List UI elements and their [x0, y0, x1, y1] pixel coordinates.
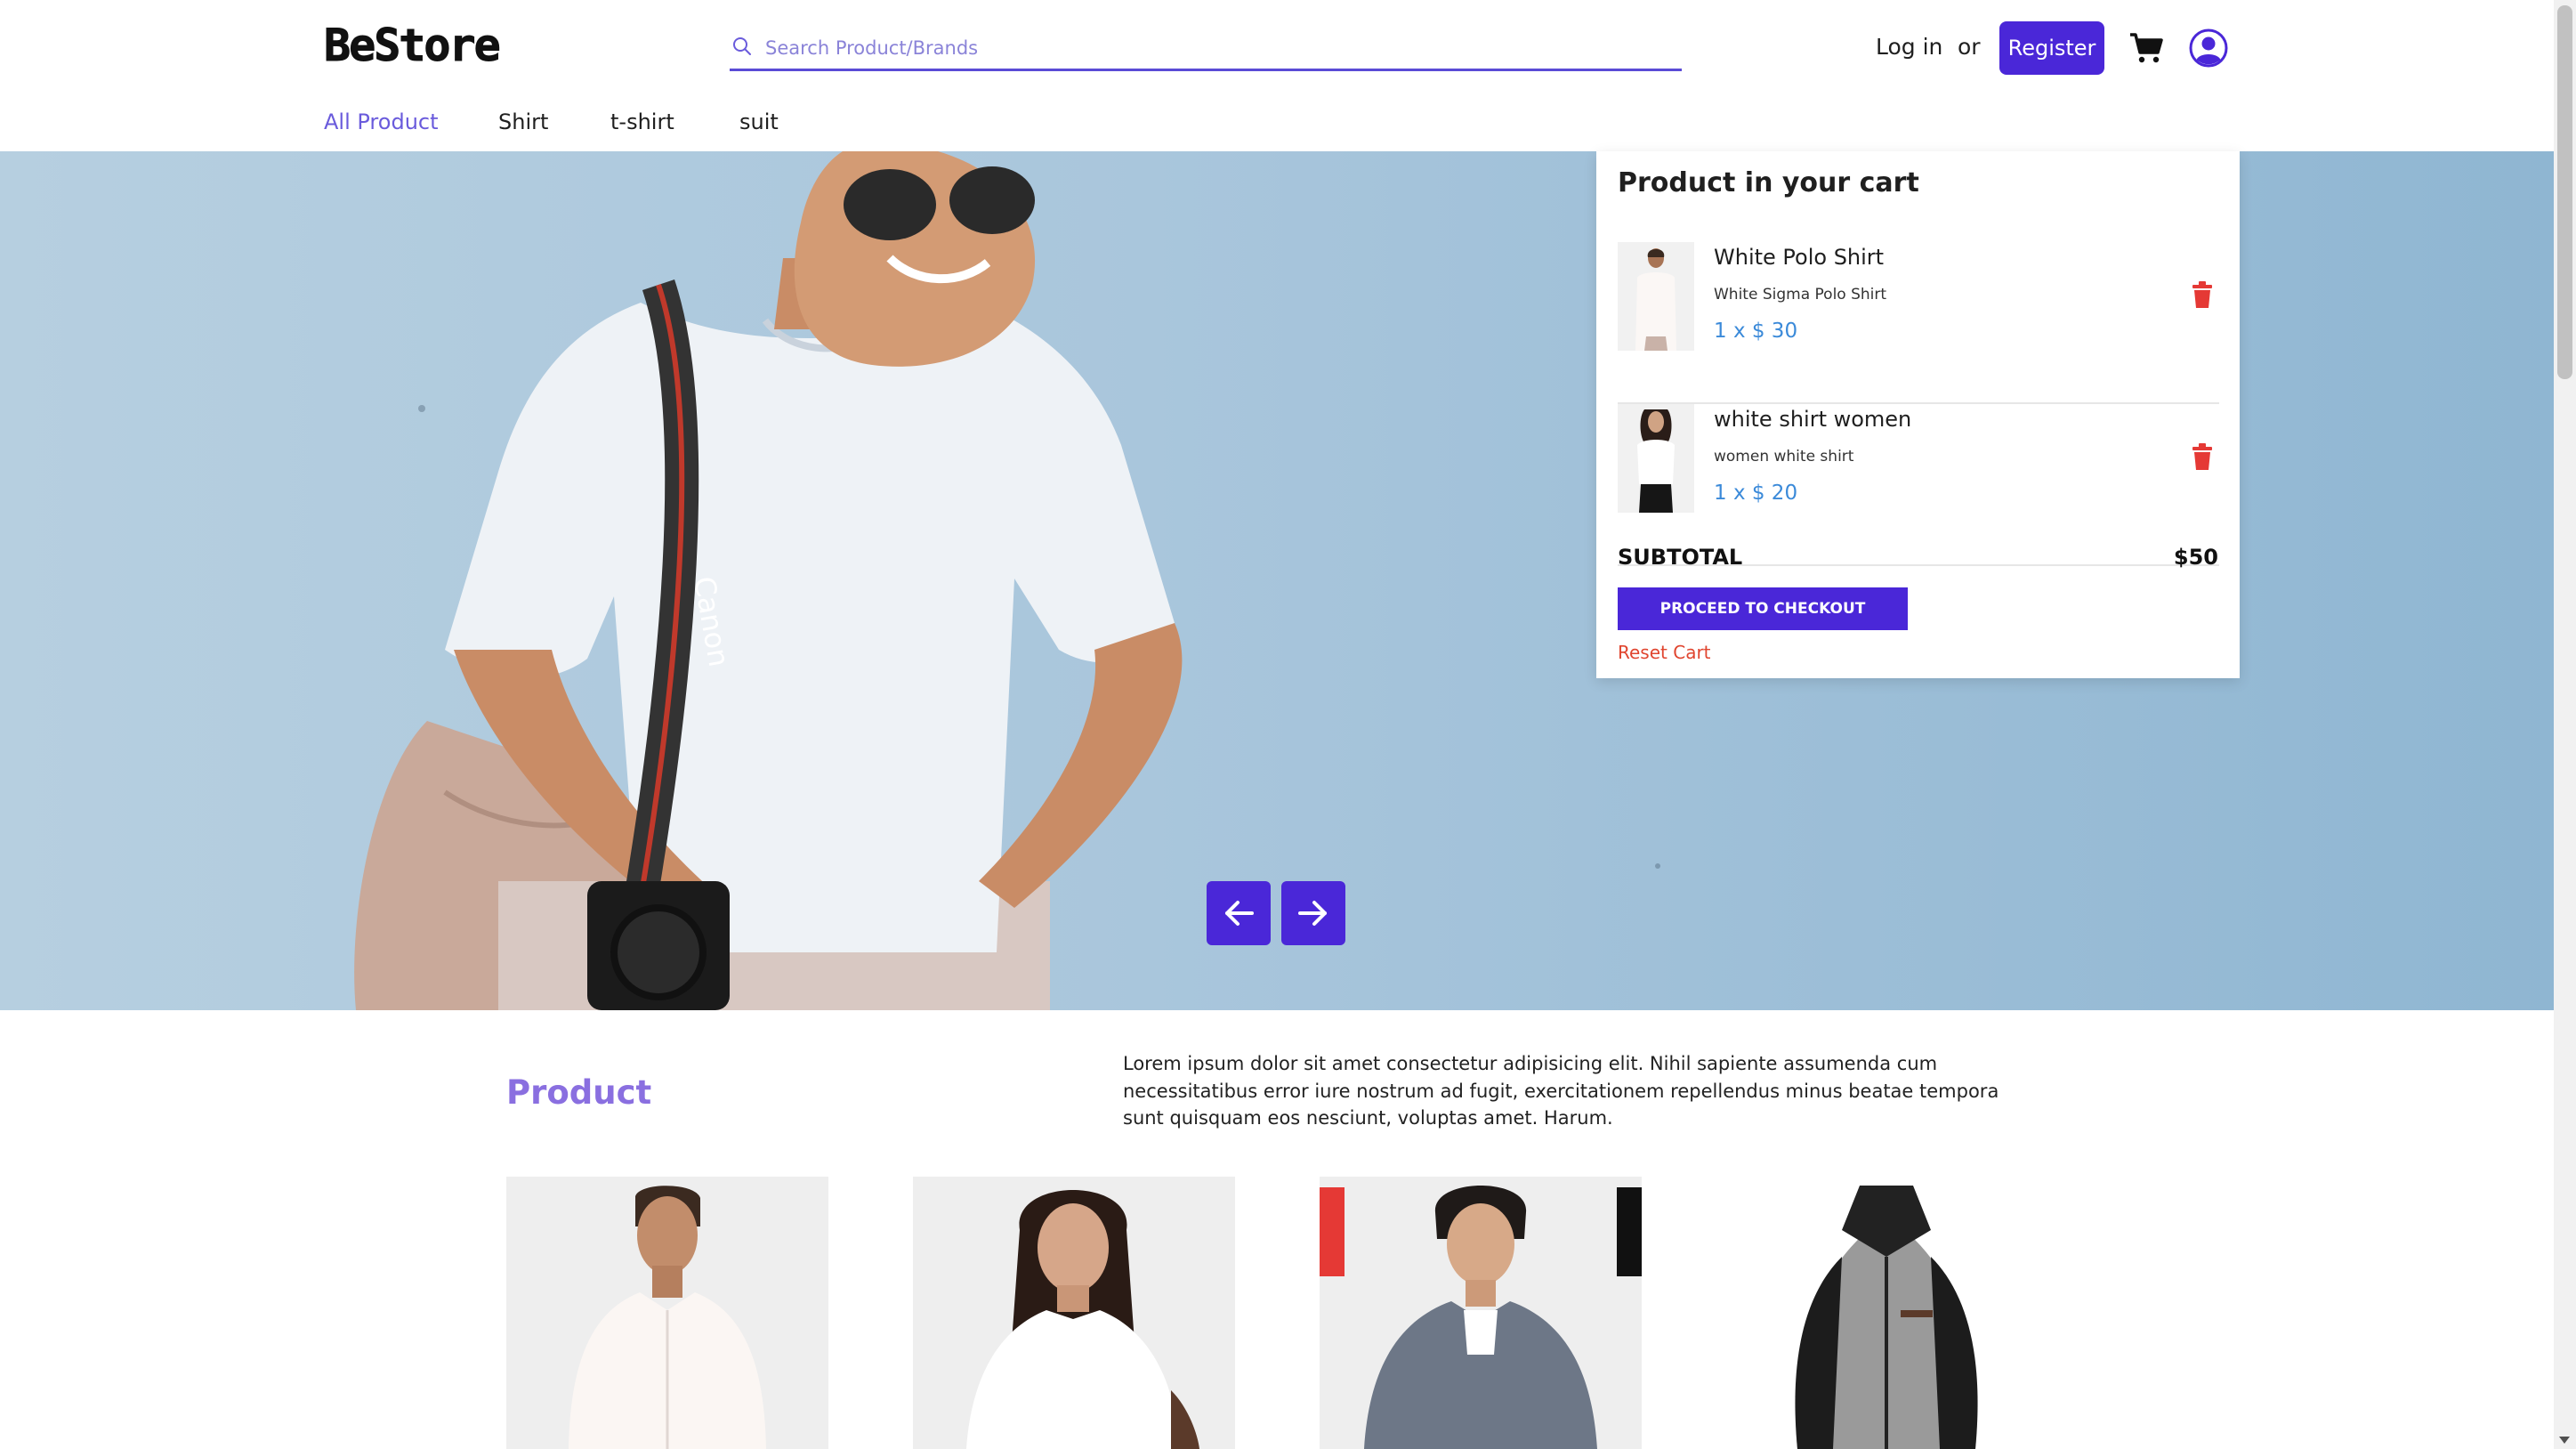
product-image — [1726, 1177, 2048, 1449]
cart-item: white shirt women women white shirt 1 x … — [1618, 404, 2219, 566]
carousel-prev-button[interactable] — [1207, 881, 1271, 945]
arrow-left-icon — [1225, 901, 1254, 926]
product-card[interactable] — [913, 1177, 1235, 1449]
product-section-description: Lorem ipsum dolor sit amet consectetur a… — [1123, 1053, 1999, 1129]
nav-item-suit[interactable]: suit — [739, 107, 779, 137]
scroll-down-arrow-icon[interactable] — [2559, 1437, 2570, 1444]
trash-icon[interactable] — [2191, 281, 2214, 308]
site-logo[interactable]: BeStore — [324, 20, 502, 71]
cart-item-thumbnail — [1618, 404, 1694, 513]
product-image — [506, 1177, 828, 1449]
scrollbar-thumb[interactable] — [2557, 5, 2572, 379]
subtotal-value: $50 — [2173, 545, 2218, 570]
product-card[interactable] — [506, 1177, 828, 1449]
proceed-to-checkout-button[interactable]: PROCEED TO CHECKOUT — [1618, 587, 1908, 630]
cart-item-name[interactable]: white shirt women — [1714, 404, 1911, 434]
cart-item: White Polo Shirt White Sigma Polo Shirt … — [1618, 242, 2219, 404]
search-icon — [733, 37, 751, 55]
cart-item-name[interactable]: White Polo Shirt — [1714, 242, 1884, 272]
page-scrollbar[interactable] — [2554, 0, 2576, 1449]
product-card[interactable] — [1320, 1177, 1642, 1449]
cart-item-description: White Sigma Polo Shirt — [1714, 286, 1887, 304]
cart-item-description: women white shirt — [1714, 448, 1854, 465]
shopping-cart-icon[interactable] — [2128, 30, 2164, 66]
subtotal-label: SUBTOTAL — [1618, 545, 1743, 570]
nav-item-all-product[interactable]: All Product — [324, 107, 439, 137]
search-bar — [730, 28, 1682, 71]
user-account-icon[interactable] — [2189, 28, 2228, 68]
register-button[interactable]: Register — [1999, 21, 2104, 75]
product-image — [1320, 1177, 1642, 1449]
cart-item-price: 1 x $ 30 — [1714, 320, 1798, 343]
wall-spot — [1655, 863, 1660, 869]
cart-title: Product in your cart — [1618, 167, 1919, 198]
site-header: BeStore Log in or Register All Product S… — [0, 0, 2554, 151]
reset-cart-link[interactable]: Reset Cart — [1618, 639, 1711, 666]
trash-icon[interactable] — [2191, 443, 2214, 470]
wall-spot — [418, 405, 425, 412]
nav-item-t-shirt[interactable]: t-shirt — [610, 107, 674, 137]
cart-dropdown: Product in your cart White Polo Shirt Wh… — [1596, 151, 2240, 678]
arrow-right-icon — [1298, 901, 1327, 926]
carousel-next-button[interactable] — [1281, 881, 1345, 945]
cart-item-thumbnail — [1618, 242, 1694, 351]
product-card[interactable] — [1726, 1177, 2048, 1449]
or-text: or — [1958, 34, 1981, 60]
login-link[interactable]: Log in — [1876, 32, 1942, 62]
product-section-heading: Product — [506, 1073, 652, 1112]
nav-item-shirt[interactable]: Shirt — [498, 107, 548, 137]
product-image — [913, 1177, 1235, 1449]
cart-item-price: 1 x $ 20 — [1714, 482, 1798, 505]
search-input[interactable] — [765, 32, 1664, 64]
logo-text: BeStore — [324, 20, 502, 71]
